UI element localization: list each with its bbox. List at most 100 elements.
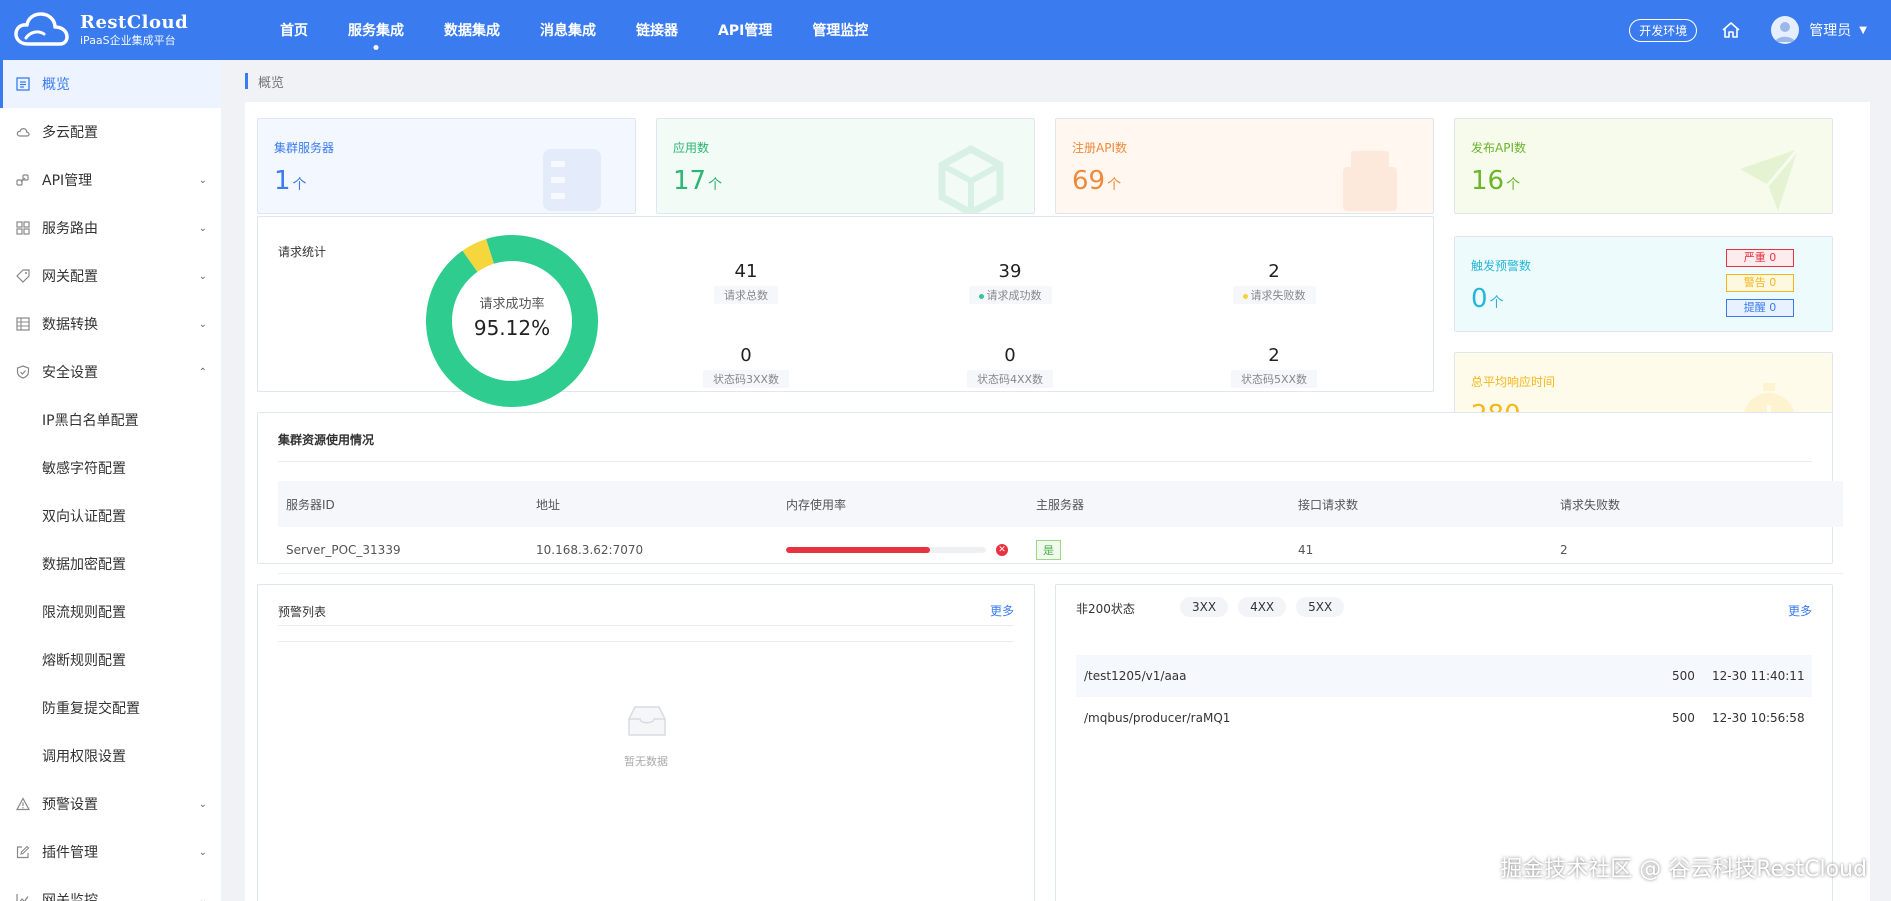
main-nav: 首页 服务集成 数据集成 消息集成 链接器 API管理 管理监控 (260, 0, 888, 60)
breadcrumb: 概览 (221, 60, 1891, 102)
tab-4xx[interactable]: 4XX (1238, 597, 1287, 617)
sidebar-item-label: 敏感字符配置 (42, 461, 126, 477)
metric-5xx: 2 状态码5XX数 (1214, 345, 1334, 388)
watermark-text: 掘金技术社区 @ 谷云科技RestCloud (1500, 857, 1867, 882)
alarm-tags: 严重 0 警告 0 提醒 0 (1726, 249, 1794, 324)
nav-home[interactable]: 首页 (260, 0, 328, 60)
list-item[interactable]: /test1205/v1/aaa 500 12-30 11:40:11 (1076, 655, 1812, 697)
sidebar-item-mutual-auth[interactable]: 双向认证配置 (0, 492, 221, 540)
divider (278, 625, 1014, 626)
sidebar-item-alert-settings[interactable]: 预警设置 ⌄ (0, 780, 221, 828)
sidebar-item-overview[interactable]: 概览 (0, 60, 221, 108)
sidebar-item-label: 限流规则配置 (42, 605, 126, 621)
main-area: 概览 集群服务器 1个 应用数 17 个 注册API数 69 个 发布API数 16… (221, 60, 1891, 901)
nav-message-integration[interactable]: 消息集成 (520, 0, 616, 60)
nav-monitoring[interactable]: 管理监控 (792, 0, 888, 60)
status-time: 12-30 10:56:58 (1712, 711, 1805, 725)
sidebar-item-label: 网关配置 (42, 269, 98, 285)
memory-usage-cell: ✕ (778, 527, 1028, 574)
home-icon[interactable] (1721, 20, 1741, 40)
app-logo[interactable]: RestCloud iPaaS企业集成平台 (0, 10, 246, 50)
sidebar-item-label: 预警设置 (42, 797, 98, 813)
sidebar-item-gateway-monitor[interactable]: 网关监控 ⌄ (0, 876, 221, 901)
sidebar-item-multicloud[interactable]: 多云配置 (0, 108, 221, 156)
user-name[interactable]: 管理员 (1809, 20, 1851, 40)
chevron-down-icon: ⌄ (198, 894, 207, 901)
grid-icon (16, 221, 30, 235)
success-rate-label: 请求成功率 (479, 297, 545, 312)
sidebar-item-label: 插件管理 (42, 845, 98, 861)
column-header: 请求失败数 (1552, 481, 1843, 527)
sidebar: 概览 多云配置 API管理 ⌄ 服务路由 ⌄ 网关配置 ⌄ 数据转换 ⌄ 安全设… (0, 60, 221, 901)
caret-down-icon[interactable]: ▼ (1859, 25, 1867, 36)
cluster-resource-table: 服务器ID 地址 内存使用率 主服务器 接口请求数 请求失败数 Server_P… (278, 481, 1843, 574)
divider (278, 461, 1812, 462)
sidebar-item-rate-limit[interactable]: 限流规则配置 (0, 588, 221, 636)
sidebar-item-label: 服务路由 (42, 221, 98, 237)
table-row[interactable]: Server_POC_31339 10.168.3.62:7070 ✕ 是 41… (278, 527, 1843, 574)
sidebar-item-circuit-breaker[interactable]: 熔断规则配置 (0, 636, 221, 684)
sidebar-item-gateway-config[interactable]: 网关配置 ⌄ (0, 252, 221, 300)
error-x-icon: ✕ (996, 544, 1008, 557)
sidebar-item-security[interactable]: 安全设置 ⌃ (0, 348, 221, 396)
sidebar-item-service-routing[interactable]: 服务路由 ⌄ (0, 204, 221, 252)
non200-title: 非200状态 (1076, 602, 1135, 616)
cloud-logo-icon (14, 12, 69, 46)
sidebar-item-label: IP黑白名单配置 (42, 413, 139, 429)
donut-center-label: 请求成功率 95.12% (426, 293, 598, 340)
avatar[interactable] (1771, 16, 1800, 44)
stat-card-published-api[interactable]: 发布API数 16 个 (1454, 118, 1833, 214)
alarm-tag-critical[interactable]: 严重 0 (1726, 249, 1794, 267)
nav-service-integration[interactable]: 服务集成 (328, 0, 424, 60)
sidebar-item-label: API管理 (42, 173, 93, 189)
tab-3xx[interactable]: 3XX (1180, 597, 1229, 617)
cluster-resource-card: 集群资源使用情况 服务器ID 地址 内存使用率 主服务器 接口请求数 请求失败数… (257, 412, 1843, 574)
sidebar-item-anti-resubmit[interactable]: 防重复提交配置 (0, 684, 221, 732)
sidebar-item-label: 熔断规则配置 (42, 653, 126, 669)
nav-data-integration[interactable]: 数据集成 (424, 0, 520, 60)
metric-3xx: 0 状态码3XX数 (686, 345, 806, 388)
cluster-resource-title: 集群资源使用情况 (278, 433, 375, 447)
shield-icon (16, 365, 30, 379)
list-item[interactable]: /mqbus/producer/raMQ1 500 12-30 10:56:58 (1076, 697, 1812, 739)
chevron-down-icon: ⌄ (198, 846, 207, 858)
sidebar-item-label: 数据加密配置 (42, 557, 126, 573)
env-badge[interactable]: 开发环境 (1629, 18, 1698, 42)
sidebar-item-data-transform[interactable]: 数据转换 ⌄ (0, 300, 221, 348)
alarm-tag-warning[interactable]: 警告 0 (1726, 274, 1794, 292)
nav-connector[interactable]: 链接器 (616, 0, 698, 60)
column-header: 内存使用率 (778, 481, 1028, 527)
user-avatar-icon (1775, 22, 1796, 42)
alarm-tag-notice[interactable]: 提醒 0 (1726, 299, 1794, 317)
sidebar-item-plugin-management[interactable]: 插件管理 ⌄ (0, 828, 221, 876)
tag-icon (16, 269, 30, 283)
sidebar-item-label: 网关监控 (42, 893, 98, 901)
dashboard-content: 集群服务器 1个 应用数 17 个 注册API数 69 个 发布API数 16 个 请… (245, 102, 1870, 901)
sidebar-item-ip-list[interactable]: IP黑白名单配置 (0, 396, 221, 444)
column-header: 接口请求数 (1290, 481, 1552, 527)
metric-total: 41 请求总数 (686, 261, 806, 304)
tab-5xx[interactable]: 5XX (1296, 597, 1345, 617)
sidebar-item-data-encryption[interactable]: 数据加密配置 (0, 540, 221, 588)
sidebar-item-call-permission[interactable]: 调用权限设置 (0, 732, 221, 780)
request-stats-card: 请求统计 请求成功率 95.12% 41 请求总数 39 请求成功数 2 请求失… (257, 216, 1434, 407)
column-header: 地址 (528, 481, 778, 527)
app-title: RestCloud (80, 12, 189, 34)
column-header: 服务器ID (278, 481, 528, 527)
overview-icon (16, 77, 30, 91)
warning-more-link[interactable]: 更多 (990, 602, 1014, 619)
sidebar-item-sensitive-chars[interactable]: 敏感字符配置 (0, 444, 221, 492)
top-header: RestCloud iPaaS企业集成平台 首页 服务集成 数据集成 消息集成 … (0, 0, 1891, 60)
status-path: /mqbus/producer/raMQ1 (1084, 711, 1231, 725)
stat-card-cluster[interactable]: 集群服务器 1个 (257, 118, 636, 214)
non200-more-link[interactable]: 更多 (1788, 602, 1812, 619)
stat-card-registered-api[interactable]: 注册API数 69 个 (1055, 118, 1434, 214)
warning-list-card: 预警列表 更多 暂无数据 (257, 584, 1035, 901)
stat-card-alarms[interactable]: 触发预警数 0个 严重 0 警告 0 提醒 0 (1454, 236, 1833, 332)
table-header-row: 服务器ID 地址 内存使用率 主服务器 接口请求数 请求失败数 (278, 481, 1843, 527)
sidebar-item-api-management[interactable]: API管理 ⌄ (0, 156, 221, 204)
sidebar-item-label: 双向认证配置 (42, 509, 126, 525)
stat-card-apps[interactable]: 应用数 17 个 (656, 118, 1035, 214)
nav-api-management[interactable]: API管理 (698, 0, 792, 60)
status-tabs: 3XX 4XX 5XX (1180, 597, 1354, 617)
